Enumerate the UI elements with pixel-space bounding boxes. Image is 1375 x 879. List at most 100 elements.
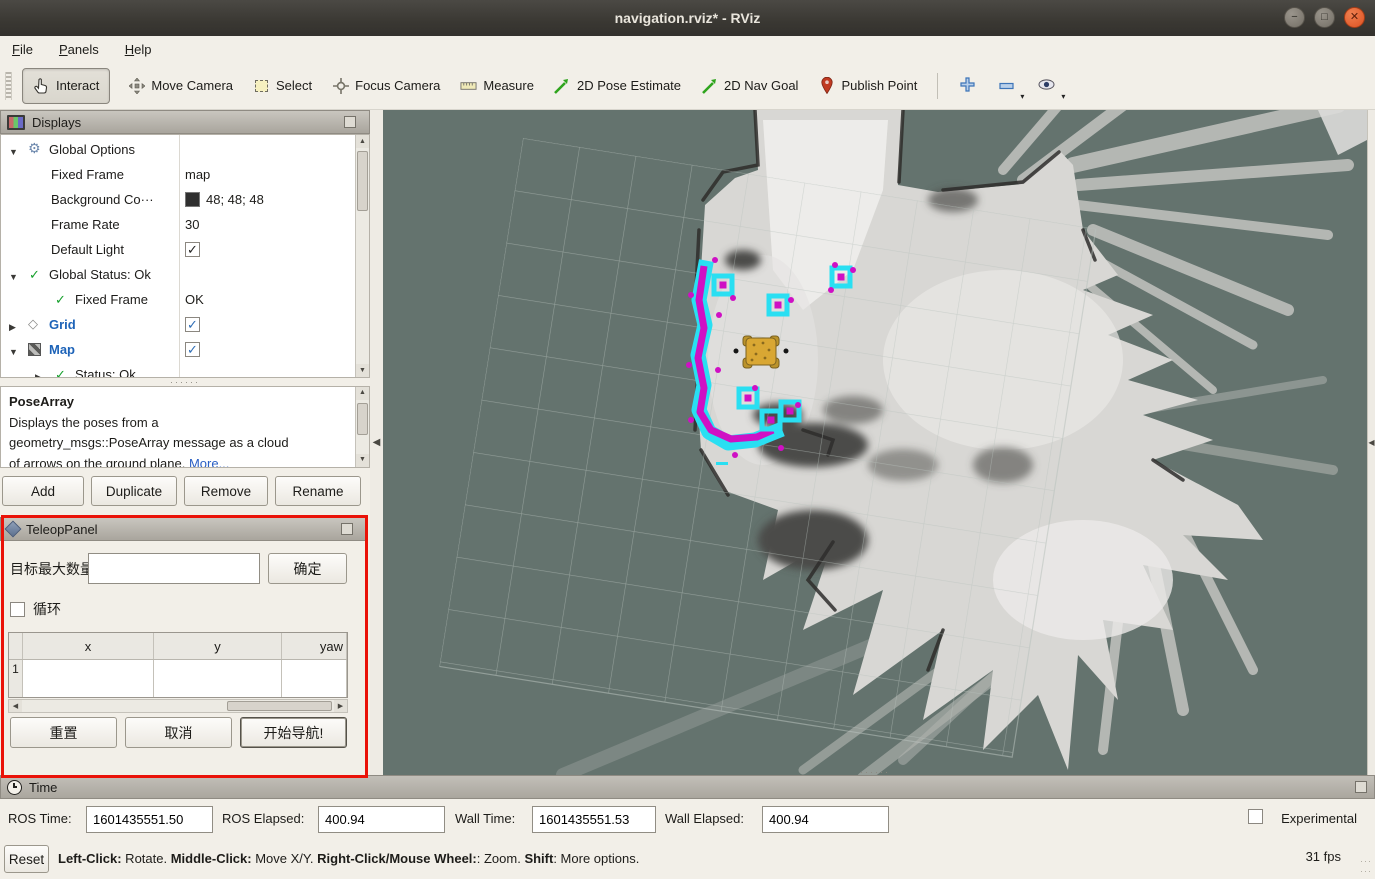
menu-panels[interactable]: Panels <box>59 42 99 57</box>
tree-row-frame-rate[interactable]: Frame Rate 30 <box>1 212 355 237</box>
ros-time-input[interactable] <box>86 806 213 833</box>
scrollbar-thumb[interactable] <box>357 151 368 211</box>
experimental-checkbox[interactable] <box>1248 809 1263 824</box>
expander-icon[interactable]: ▶ <box>9 319 16 336</box>
scroll-up-arrow[interactable]: ▲ <box>356 387 369 400</box>
default-light-checkbox[interactable]: ✓ <box>185 242 200 257</box>
rename-button[interactable]: Rename <box>275 476 361 506</box>
crosshair-icon <box>332 77 349 94</box>
panel-splitter[interactable]: ◀ <box>370 110 383 775</box>
cancel-button[interactable]: 取消 <box>125 717 232 748</box>
close-button[interactable]: ✕ <box>1344 7 1365 28</box>
zoom-in-button[interactable] <box>948 69 987 103</box>
panel-horizontal-splitter[interactable]: ······ <box>0 378 370 386</box>
view-visibility-button[interactable]: ▾ <box>1026 69 1067 103</box>
scrollbar-thumb[interactable] <box>227 701 332 711</box>
column-header-x[interactable]: x <box>23 633 154 659</box>
scroll-down-arrow[interactable]: ▼ <box>356 364 369 377</box>
minimize-button[interactable]: − <box>1284 7 1305 28</box>
tool-interact[interactable]: Interact <box>22 68 110 104</box>
toolbar-drag-handle[interactable] <box>5 72 12 100</box>
ros-time-label: ROS Time: <box>8 811 72 826</box>
expander-icon[interactable]: ▼ <box>9 269 18 286</box>
resize-grip[interactable]: ······ <box>1360 856 1372 876</box>
tree-row-global-status[interactable]: ▼ ✓ Global Status: Ok <box>1 262 355 287</box>
tree-row-background-color[interactable]: Background Co··· 48; 48; 48 <box>1 187 355 212</box>
ros-elapsed-label: ROS Elapsed: <box>222 811 304 826</box>
wall-time-input[interactable] <box>532 806 656 833</box>
tool-2d-pose-estimate[interactable]: 2D Pose Estimate <box>544 69 691 103</box>
time-float-button[interactable] <box>1355 781 1367 793</box>
tool-2d-nav-goal[interactable]: 2D Nav Goal <box>691 69 808 103</box>
wall-time-label: Wall Time: <box>455 811 515 826</box>
teleop-float-button[interactable] <box>341 523 353 535</box>
remove-button[interactable]: Remove <box>184 476 268 506</box>
scroll-left-arrow[interactable]: ◀ <box>9 700 22 712</box>
tool-measure[interactable]: Measure <box>450 69 544 103</box>
displays-tree-scrollbar[interactable]: ▲ ▼ <box>355 135 369 377</box>
ros-elapsed-input[interactable] <box>318 806 445 833</box>
fixed-frame-value[interactable]: map <box>185 166 210 183</box>
tree-row-map[interactable]: ▼ Map ✓ <box>1 337 355 362</box>
time-panel-header[interactable]: Time <box>0 775 1375 799</box>
scroll-up-arrow[interactable]: ▲ <box>356 135 369 148</box>
table-cell-y[interactable] <box>154 660 282 697</box>
tree-row-global-options[interactable]: ▼ ⚙ Global Options <box>1 137 355 162</box>
tree-row-fixed-frame[interactable]: Fixed Frame map <box>1 162 355 187</box>
more-info-link[interactable]: More... <box>189 456 229 469</box>
teleop-panel-header[interactable]: TeleopPanel <box>0 517 367 541</box>
duplicate-button[interactable]: Duplicate <box>91 476 177 506</box>
zoom-out-button[interactable]: ▾ <box>987 69 1026 103</box>
titlebar[interactable]: navigation.rviz* - RViz − □ ✕ <box>0 0 1375 37</box>
tool-focus-camera[interactable]: Focus Camera <box>322 69 450 103</box>
color-swatch[interactable] <box>185 192 200 207</box>
scrollbar-thumb[interactable] <box>357 403 368 435</box>
menu-file[interactable]: File <box>12 42 33 57</box>
table-cell-x[interactable] <box>23 660 154 697</box>
max-goal-label: 目标最大数量 <box>10 559 94 579</box>
viewport-splitter-dots[interactable]: ······ <box>860 770 890 774</box>
table-cell-yaw[interactable] <box>282 660 347 697</box>
add-button[interactable]: Add <box>2 476 84 506</box>
start-navigation-button[interactable]: 开始导航! <box>240 717 347 748</box>
tool-move-camera[interactable]: Move Camera <box>118 69 243 103</box>
frame-rate-value[interactable]: 30 <box>185 216 199 233</box>
display-actions: Add Duplicate Remove Rename <box>2 476 361 506</box>
goal-table-hscrollbar[interactable]: ◀ ▶ <box>8 699 348 713</box>
description-scrollbar[interactable]: ▲ ▼ <box>355 387 369 467</box>
collapse-right-icon[interactable]: ◀ <box>1368 438 1374 447</box>
tree-row-default-light[interactable]: Default Light ✓ <box>1 237 355 262</box>
column-header-y[interactable]: y <box>154 633 282 659</box>
displays-float-button[interactable] <box>344 116 356 128</box>
row-header[interactable]: 1 <box>9 660 23 697</box>
column-header-yaw[interactable]: yaw <box>282 633 347 659</box>
background-color-value[interactable]: 48; 48; 48 <box>206 191 264 208</box>
tool-publish-point[interactable]: Publish Point <box>808 69 927 103</box>
maximize-button[interactable]: □ <box>1314 7 1335 28</box>
confirm-button[interactable]: 确定 <box>268 553 347 584</box>
right-panel-splitter[interactable]: ◀ <box>1367 110 1375 775</box>
tool-select[interactable]: Select <box>243 69 322 103</box>
3d-viewport[interactable]: ······ <box>383 110 1367 775</box>
expander-icon[interactable]: ▼ <box>9 344 18 361</box>
toolbar: Interact Move Camera Select Focus Camera… <box>0 62 1375 110</box>
scroll-right-arrow[interactable]: ▶ <box>334 700 347 712</box>
tree-row-fixed-frame-status[interactable]: ✓ Fixed Frame OK <box>1 287 355 312</box>
loop-checkbox[interactable] <box>10 602 25 617</box>
map-enabled-checkbox[interactable]: ✓ <box>185 342 200 357</box>
loop-option: 循环 <box>10 599 61 619</box>
expander-icon[interactable]: ▼ <box>9 144 18 161</box>
tree-row-map-status[interactable]: ▶ ✓ Status: Ok <box>1 362 355 378</box>
max-goal-input[interactable] <box>88 553 260 584</box>
map-display-icon <box>28 343 41 356</box>
tree-row-grid[interactable]: ▶ ◇ Grid ✓ <box>1 312 355 337</box>
collapse-left-icon[interactable]: ◀ <box>373 437 381 448</box>
scroll-down-arrow[interactable]: ▼ <box>356 454 369 467</box>
displays-panel-header[interactable]: Displays <box>0 110 370 134</box>
menu-help[interactable]: Help <box>125 42 152 57</box>
expander-icon[interactable]: ▶ <box>35 369 42 378</box>
wall-elapsed-input[interactable] <box>762 806 889 833</box>
grid-enabled-checkbox[interactable]: ✓ <box>185 317 200 332</box>
reset-goals-button[interactable]: 重置 <box>10 717 117 748</box>
reset-button[interactable]: Reset <box>4 845 49 873</box>
